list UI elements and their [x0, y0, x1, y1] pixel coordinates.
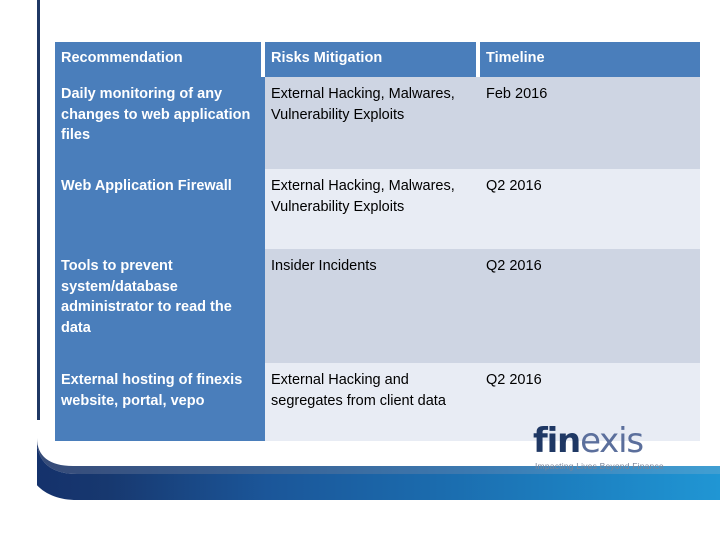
cell-timeline: Feb 2016 [480, 77, 700, 169]
logo-tagline: Impacting Lives Beyond Finance [535, 461, 664, 471]
recommendations-table: Recommendation Risks Mitigation Timeline… [55, 42, 700, 441]
logo-word-exis: exis [580, 421, 644, 461]
table-row: Tools to prevent system/database adminis… [55, 249, 700, 363]
column-header-timeline: Timeline [480, 42, 700, 77]
cell-recommendation: Tools to prevent system/database adminis… [55, 249, 265, 363]
cell-risks: External Hacking, Malwares, Vulnerabilit… [265, 169, 480, 249]
logo-word-fin: fin [533, 421, 581, 461]
finexis-logo: finexis Impacting Lives Beyond Finance [533, 424, 693, 471]
table-header-row: Recommendation Risks Mitigation Timeline [55, 42, 700, 77]
cell-risks: External Hacking, Malwares, Vulnerabilit… [265, 77, 480, 169]
table-row: Daily monitoring of any changes to web a… [55, 77, 700, 169]
left-accent-rule [37, 0, 40, 420]
cell-recommendation: Daily monitoring of any changes to web a… [55, 77, 265, 169]
cell-timeline: Q2 2016 [480, 249, 700, 363]
cell-risks: Insider Incidents [265, 249, 480, 363]
cell-risks: External Hacking and segregates from cli… [265, 363, 480, 441]
table-row: Web Application Firewall External Hackin… [55, 169, 700, 249]
logo-wordmark: finexis [533, 424, 693, 458]
column-header-risks-mitigation: Risks Mitigation [265, 42, 480, 77]
cell-recommendation: External hosting of finexis website, por… [55, 363, 265, 441]
cell-timeline: Q2 2016 [480, 169, 700, 249]
column-header-recommendation: Recommendation [55, 42, 265, 77]
cell-recommendation: Web Application Firewall [55, 169, 265, 249]
